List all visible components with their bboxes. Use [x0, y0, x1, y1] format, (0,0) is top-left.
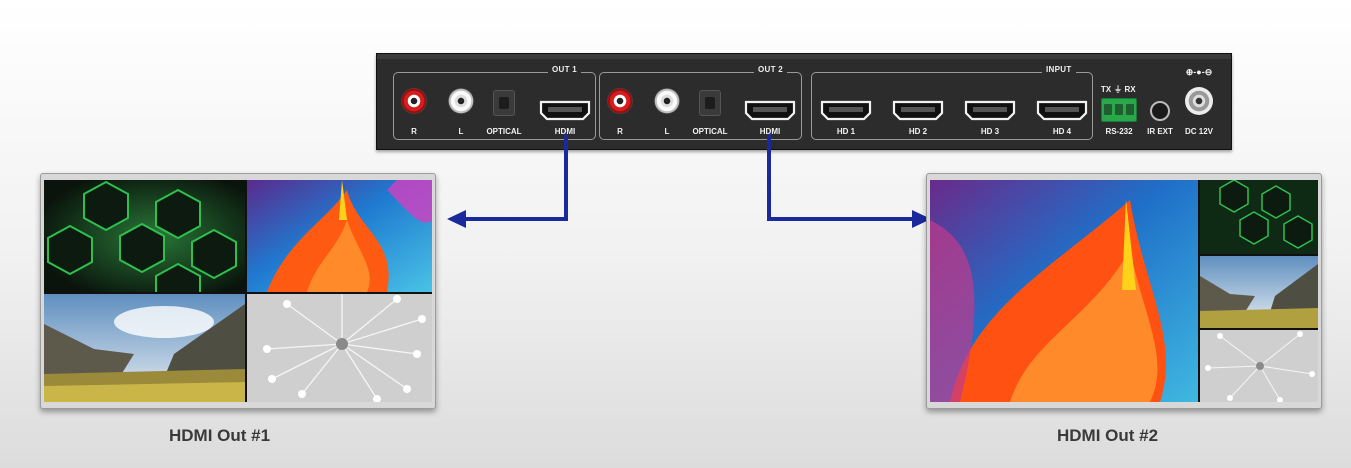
- monitor-1-caption: HDMI Out #1: [169, 426, 271, 445]
- out2-arrow: [767, 134, 914, 221]
- abstract-wave-main-tile: [930, 180, 1198, 402]
- out1-arrow: [463, 134, 568, 221]
- monitor-1-screen: [44, 180, 432, 402]
- dandelion-tile: [247, 294, 432, 402]
- monitor-2-caption: HDMI Out #2: [1057, 426, 1159, 445]
- monitor-1: [40, 173, 436, 409]
- mountain-landscape-small-tile: [1200, 256, 1318, 328]
- hexagon-video-tile: [44, 180, 245, 292]
- abstract-wave-tile: [247, 180, 432, 292]
- out1-arrowhead: [447, 210, 466, 228]
- dandelion-small-tile: [1200, 330, 1318, 402]
- monitor-2: [926, 173, 1322, 409]
- mountain-landscape-tile: [44, 294, 245, 402]
- hexagon-video-small-tile: [1200, 180, 1318, 254]
- monitor-2-screen: [930, 180, 1318, 402]
